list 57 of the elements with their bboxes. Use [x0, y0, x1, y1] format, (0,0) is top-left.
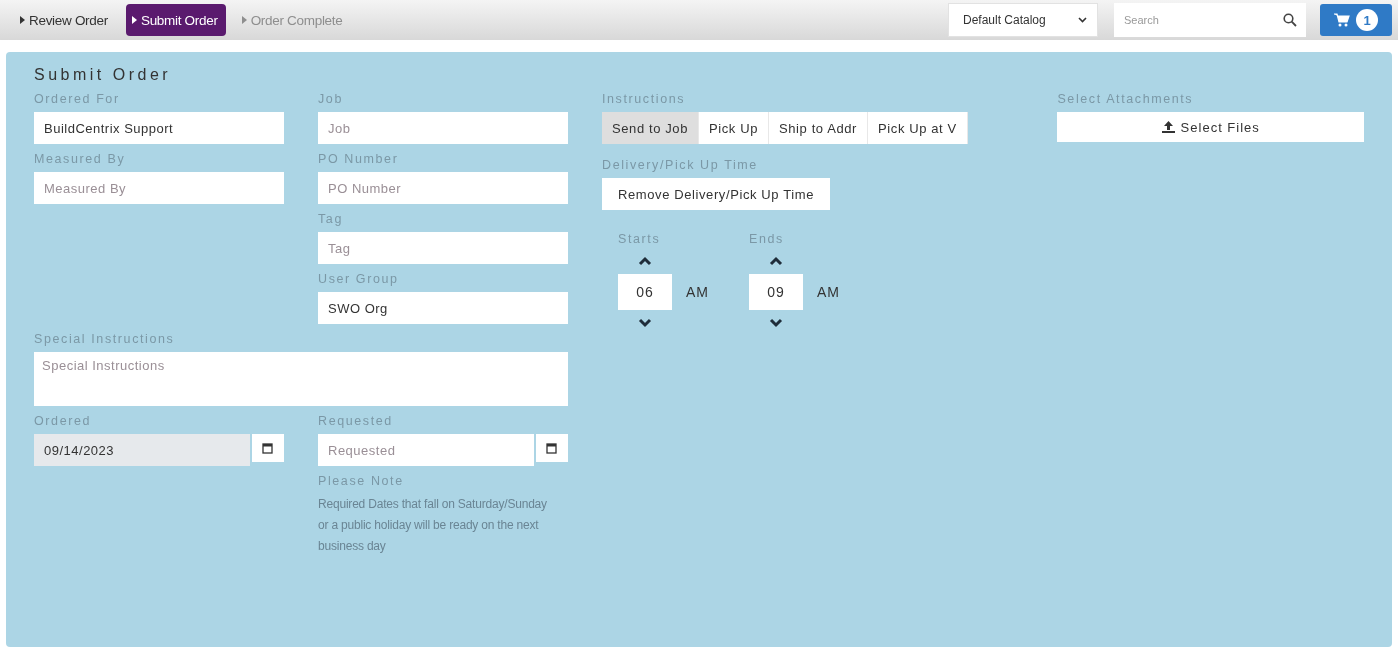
calendar-button[interactable]	[251, 434, 284, 462]
step-tab[interactable]: Submit Order	[125, 4, 226, 36]
cart-count: 1	[1356, 9, 1378, 31]
hour-field[interactable]: 06	[618, 274, 672, 310]
form-title: Submit Order	[34, 66, 173, 84]
instruction-option[interactable]: Ship to Addr	[769, 112, 869, 144]
input-field[interactable]: BuildCentrix Support	[34, 112, 284, 144]
field-label: Measured By	[34, 152, 127, 166]
note-title: Please Note	[318, 474, 405, 488]
chevron-down-icon	[1078, 17, 1087, 23]
search-button[interactable]	[1274, 3, 1306, 37]
hour-field[interactable]: 09	[749, 274, 803, 310]
upload-icon	[1161, 121, 1175, 133]
triangle-icon	[20, 16, 25, 24]
field-label: Ordered For	[34, 92, 121, 106]
chevron-up-icon	[769, 256, 783, 266]
field-label: PO Number	[318, 152, 400, 166]
note-text: Required Dates that fall on Saturday/Sunday or a public holiday will be ready on the next business day	[318, 496, 548, 555]
remove-time-button[interactable]: Remove Delivery/Pick Up Time	[602, 178, 830, 210]
field-label: Instructions	[602, 92, 687, 106]
field-label: User Group	[318, 272, 400, 286]
field-label: Tag	[318, 212, 344, 226]
field-label: Select Attachments	[1057, 92, 1195, 106]
field-label: Delivery/Pick Up Time	[602, 158, 759, 172]
catalog-select[interactable]: Default Catalog	[948, 3, 1098, 37]
step-tab[interactable]: Review Order	[14, 4, 116, 36]
chevron-up-icon	[638, 256, 652, 266]
input-field[interactable]: Special Instructions	[34, 352, 568, 406]
instruction-option[interactable]: Pick Up at V	[868, 112, 968, 144]
search-icon	[1283, 13, 1297, 27]
field-label: Special Instructions	[34, 332, 176, 346]
select-files-button[interactable]: Select Files	[1057, 112, 1364, 142]
triangle-icon	[241, 16, 247, 24]
field-label: Starts	[618, 232, 662, 246]
chevron-down-icon	[638, 318, 652, 328]
period-text: AM	[686, 284, 709, 300]
field-label: Ends	[749, 232, 785, 246]
input-field[interactable]: Tag	[318, 232, 568, 264]
chevron-down-icon	[769, 318, 783, 328]
triangle-icon	[131, 16, 137, 24]
search-field[interactable]: Search	[1114, 3, 1274, 37]
instruction-option[interactable]: Pick Up	[699, 112, 769, 144]
calendar-icon	[262, 442, 274, 454]
input-field[interactable]: Job	[318, 112, 568, 144]
field-label: Job	[318, 92, 344, 106]
instruction-option[interactable]: Send to Job	[602, 112, 699, 144]
cart-icon	[1334, 13, 1350, 27]
cart-button[interactable]: 1	[1320, 4, 1392, 36]
input-field[interactable]: Measured By	[34, 172, 284, 204]
field-label: Requested	[318, 414, 394, 428]
input-field[interactable]: SWO Org	[318, 292, 568, 324]
calendar-icon	[546, 442, 558, 454]
field-label: Ordered	[34, 414, 93, 428]
input-field[interactable]: PO Number	[318, 172, 568, 204]
date-field[interactable]: Requested	[318, 434, 534, 466]
period-text: AM	[817, 284, 840, 300]
calendar-button[interactable]	[535, 434, 568, 462]
